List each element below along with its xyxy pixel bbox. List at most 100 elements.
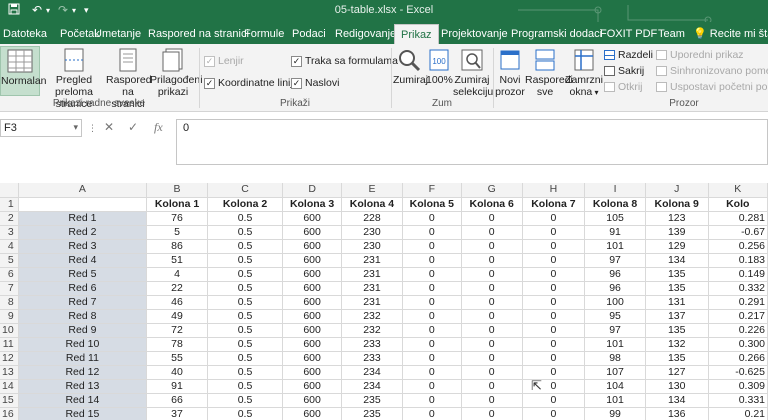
page-break-preview-button[interactable]: Pregled preloma stranice: [42, 46, 106, 110]
data-cell[interactable]: 600: [282, 351, 343, 366]
row-header[interactable]: 4: [0, 239, 19, 254]
data-cell[interactable]: 0: [461, 365, 523, 380]
data-cell[interactable]: 0.266: [708, 351, 768, 366]
data-cell[interactable]: 101: [584, 337, 646, 352]
data-cell[interactable]: 0.5: [207, 239, 284, 254]
data-cell[interactable]: 0: [461, 407, 523, 420]
data-cell[interactable]: 96: [584, 281, 646, 296]
data-cell[interactable]: 101: [584, 239, 646, 254]
data-cell[interactable]: 0: [522, 225, 586, 240]
row-label-cell[interactable]: Red 8: [18, 309, 148, 324]
data-cell[interactable]: 0.5: [207, 393, 284, 408]
header-cell[interactable]: Kolona 1: [146, 197, 208, 212]
data-cell[interactable]: 234: [341, 379, 403, 394]
data-cell[interactable]: 135: [645, 323, 709, 338]
normal-view-button[interactable]: Normalan: [0, 46, 47, 96]
row-label-cell[interactable]: Red 10: [18, 337, 148, 352]
data-cell[interactable]: 233: [341, 351, 403, 366]
data-cell[interactable]: 0: [402, 407, 462, 420]
data-cell[interactable]: 0: [461, 379, 523, 394]
unhide-button[interactable]: Otkrij: [604, 81, 643, 93]
data-cell[interactable]: 231: [341, 253, 403, 268]
data-cell[interactable]: 230: [341, 225, 403, 240]
data-cell[interactable]: 0.5: [207, 253, 284, 268]
data-cell[interactable]: 0.5: [207, 337, 284, 352]
column-header[interactable]: B: [146, 183, 208, 198]
data-cell[interactable]: 0.5: [207, 211, 284, 226]
data-cell[interactable]: 134: [645, 253, 709, 268]
data-cell[interactable]: 104: [584, 379, 646, 394]
row-header[interactable]: 1: [0, 197, 19, 212]
tell-me-box[interactable]: 💡 Recite mi šta že: [693, 24, 768, 44]
data-cell[interactable]: 99: [584, 407, 646, 420]
data-cell[interactable]: 600: [282, 337, 343, 352]
header-cell[interactable]: Kolona 2: [207, 197, 284, 212]
data-cell[interactable]: 96: [584, 267, 646, 282]
arrange-all-button[interactable]: Rasporedi sve: [525, 46, 573, 98]
row-label-cell[interactable]: Red 12: [18, 365, 148, 380]
tab-design[interactable]: Projektovanje: [435, 24, 514, 44]
data-cell[interactable]: 22: [146, 281, 208, 296]
data-cell[interactable]: 78: [146, 337, 208, 352]
row-label-cell[interactable]: Red 11: [18, 351, 148, 366]
data-cell[interactable]: 0: [402, 351, 462, 366]
data-cell[interactable]: 105: [584, 211, 646, 226]
data-cell[interactable]: 91: [146, 379, 208, 394]
insert-function-icon[interactable]: fx: [154, 120, 163, 135]
row-label-cell[interactable]: Red 14: [18, 393, 148, 408]
tab-data[interactable]: Podaci: [286, 24, 332, 44]
data-cell[interactable]: 135: [645, 281, 709, 296]
data-cell[interactable]: 0: [461, 253, 523, 268]
data-cell[interactable]: 600: [282, 323, 343, 338]
column-header[interactable]: H: [522, 183, 586, 198]
data-cell[interactable]: 0.5: [207, 295, 284, 310]
header-cell[interactable]: Kolona 6: [461, 197, 523, 212]
data-cell[interactable]: 0: [461, 281, 523, 296]
data-cell[interactable]: 0: [522, 295, 586, 310]
data-cell[interactable]: 235: [341, 393, 403, 408]
column-header[interactable]: I: [584, 183, 646, 198]
data-cell[interactable]: 95: [584, 309, 646, 324]
data-cell[interactable]: 0.5: [207, 267, 284, 282]
data-cell[interactable]: 0: [522, 281, 586, 296]
data-cell[interactable]: 0: [402, 379, 462, 394]
row-header[interactable]: 8: [0, 295, 19, 310]
data-cell[interactable]: 0: [402, 225, 462, 240]
data-cell[interactable]: 0: [402, 309, 462, 324]
data-cell[interactable]: 0.5: [207, 309, 284, 324]
header-cell[interactable]: Kolona 5: [402, 197, 462, 212]
data-cell[interactable]: 230: [341, 239, 403, 254]
data-cell[interactable]: 0: [461, 323, 523, 338]
data-cell[interactable]: 0.291: [708, 295, 768, 310]
data-cell[interactable]: 232: [341, 323, 403, 338]
column-header[interactable]: E: [341, 183, 403, 198]
row-header[interactable]: 14: [0, 379, 19, 394]
data-cell[interactable]: 231: [341, 267, 403, 282]
data-cell[interactable]: 0.5: [207, 351, 284, 366]
header-cell[interactable]: Kolona 7: [522, 197, 586, 212]
row-header[interactable]: 2: [0, 211, 19, 226]
data-cell[interactable]: 0.5: [207, 379, 284, 394]
data-cell[interactable]: 0: [461, 239, 523, 254]
row-header[interactable]: 5: [0, 253, 19, 268]
data-cell[interactable]: 234: [341, 365, 403, 380]
gridlines-checkbox[interactable]: ✓ Koordinatne linije: [204, 77, 299, 89]
data-cell[interactable]: 0.331: [708, 393, 768, 408]
row-label-cell[interactable]: Red 3: [18, 239, 148, 254]
data-cell[interactable]: 235: [341, 407, 403, 420]
synchronous-scrolling-button[interactable]: Sinhronizovano pomeranje: [656, 65, 768, 77]
tab-formulas[interactable]: Formule: [238, 24, 290, 44]
ruler-checkbox[interactable]: ✓ Lenjir: [204, 55, 244, 67]
data-cell[interactable]: 0: [402, 281, 462, 296]
data-cell[interactable]: 101: [584, 393, 646, 408]
data-cell[interactable]: 600: [282, 211, 343, 226]
header-cell[interactable]: Kolo: [708, 197, 768, 212]
data-cell[interactable]: 0: [522, 323, 586, 338]
data-cell[interactable]: 107: [584, 365, 646, 380]
row-label-cell[interactable]: Red 9: [18, 323, 148, 338]
data-cell[interactable]: 40: [146, 365, 208, 380]
column-header[interactable]: C: [207, 183, 284, 198]
data-cell[interactable]: 0: [402, 295, 462, 310]
formula-bar-checkbox[interactable]: ✓ Traka sa formulama: [291, 55, 398, 67]
data-cell[interactable]: 600: [282, 281, 343, 296]
